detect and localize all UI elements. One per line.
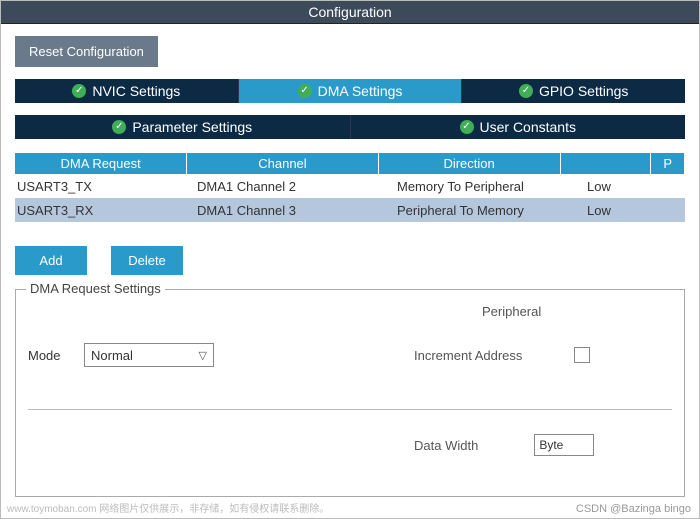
divider — [28, 409, 672, 410]
th-extra: P — [651, 153, 685, 174]
tab-user-constants[interactable]: ✓ User Constants — [351, 115, 686, 139]
check-icon: ✓ — [519, 84, 533, 98]
add-button[interactable]: Add — [15, 246, 87, 275]
tab-label: GPIO Settings — [539, 83, 628, 99]
check-icon: ✓ — [112, 120, 126, 134]
cell-direction: Memory To Peripheral — [395, 179, 585, 194]
window-title: Configuration — [1, 1, 699, 24]
th-dma-request: DMA Request — [15, 153, 187, 174]
chevron-down-icon: ▽ — [199, 349, 207, 362]
cell-direction: Peripheral To Memory — [395, 203, 585, 218]
fieldset-legend: DMA Request Settings — [26, 281, 165, 296]
settings-row-header: Peripheral — [28, 304, 672, 319]
dma-request-settings-fieldset: DMA Request Settings Peripheral Mode Nor… — [15, 289, 685, 497]
settings-row-mode: Mode Normal ▽ Increment Address — [28, 343, 672, 367]
cell-priority: Low — [585, 203, 680, 218]
tab-gpio-settings[interactable]: ✓ GPIO Settings — [462, 79, 685, 103]
mode-select[interactable]: Normal ▽ — [84, 343, 214, 367]
tab-label: Parameter Settings — [132, 119, 252, 135]
tab-label: User Constants — [480, 119, 576, 135]
cell-channel: DMA1 Channel 2 — [195, 179, 395, 194]
mode-select-value: Normal — [91, 348, 133, 363]
reset-configuration-button[interactable]: Reset Configuration — [15, 36, 158, 67]
table-row[interactable]: USART3_RX DMA1 Channel 3 Peripheral To M… — [15, 198, 685, 222]
tab-dma-settings[interactable]: ✓ DMA Settings — [239, 79, 463, 103]
tab-label: DMA Settings — [318, 83, 403, 99]
tabs-row-top: ✓ NVIC Settings ✓ DMA Settings ✓ GPIO Se… — [15, 79, 685, 103]
peripheral-column-label: Peripheral — [482, 304, 541, 319]
settings-grid: Peripheral Mode Normal ▽ Increment Addre… — [28, 304, 672, 456]
watermark-left: www.toymoban.com 网络图片仅供展示，非存储，如有侵权请联系删除。 — [7, 500, 329, 515]
content-area: Reset Configuration ✓ NVIC Settings ✓ DM… — [1, 24, 699, 497]
dma-table: DMA Request Channel Direction P USART3_T… — [15, 153, 685, 222]
tabs-row-bottom: ✓ Parameter Settings ✓ User Constants — [15, 115, 685, 139]
cell-priority: Low — [585, 179, 680, 194]
tab-parameter-settings[interactable]: ✓ Parameter Settings — [15, 115, 351, 139]
th-direction: Direction — [379, 153, 561, 174]
increment-address-checkbox[interactable] — [574, 347, 590, 363]
increment-address-label: Increment Address — [414, 348, 522, 363]
check-icon: ✓ — [298, 84, 312, 98]
th-channel: Channel — [187, 153, 378, 174]
check-icon: ✓ — [72, 84, 86, 98]
th-priority — [561, 153, 652, 174]
watermark-right: CSDN @Bazinga bingo — [576, 503, 691, 515]
data-width-label: Data Width — [414, 438, 478, 453]
tab-nvic-settings[interactable]: ✓ NVIC Settings — [15, 79, 239, 103]
data-width-select[interactable]: Byte — [534, 434, 594, 456]
data-width-value: Byte — [539, 438, 563, 452]
cell-request: USART3_RX — [15, 203, 195, 218]
check-icon: ✓ — [460, 120, 474, 134]
mode-label: Mode — [28, 348, 84, 363]
tab-label: NVIC Settings — [92, 83, 180, 99]
button-row: Add Delete — [15, 246, 685, 275]
table-header: DMA Request Channel Direction P — [15, 153, 685, 174]
table-row[interactable]: USART3_TX DMA1 Channel 2 Memory To Perip… — [15, 174, 685, 198]
delete-button[interactable]: Delete — [111, 246, 183, 275]
settings-row-datawidth: Data Width Byte — [28, 434, 672, 456]
table-body: USART3_TX DMA1 Channel 2 Memory To Perip… — [15, 174, 685, 222]
cell-request: USART3_TX — [15, 179, 195, 194]
cell-channel: DMA1 Channel 3 — [195, 203, 395, 218]
